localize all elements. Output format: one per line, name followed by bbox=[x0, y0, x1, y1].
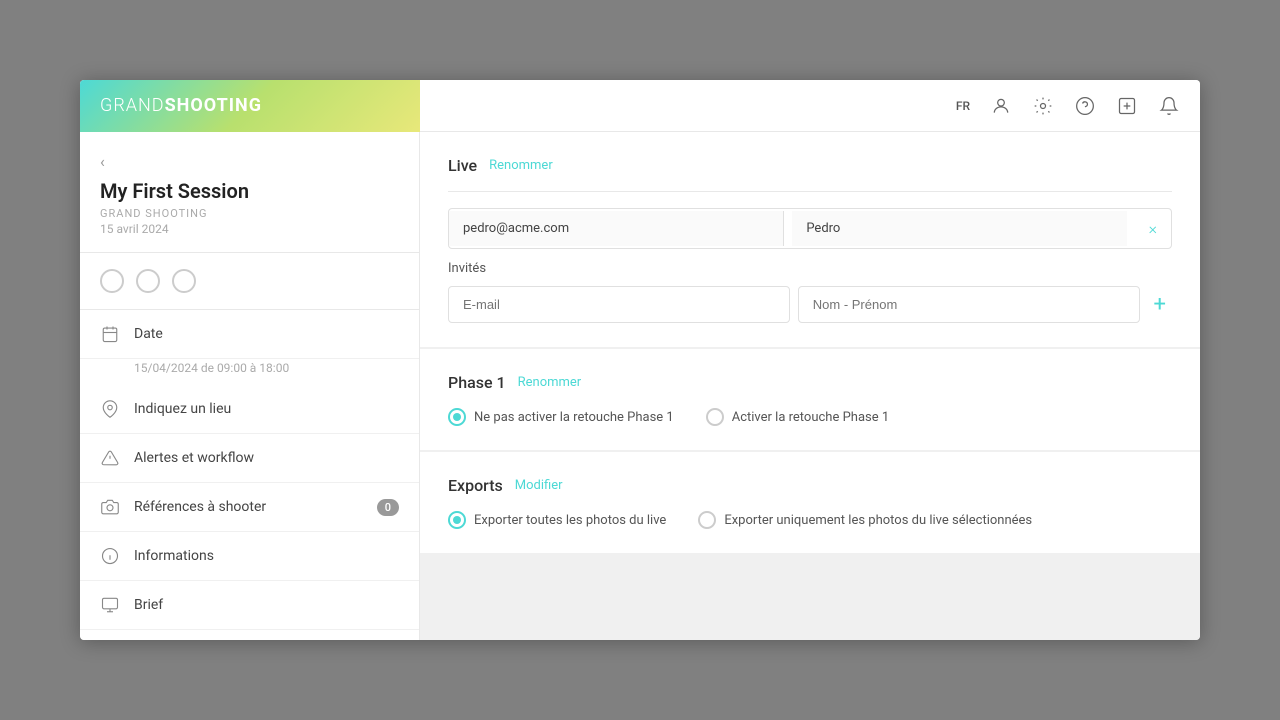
phase1-radio-1 bbox=[448, 408, 466, 426]
invite-inputs-row: + bbox=[448, 286, 1172, 323]
exports-title: Exports bbox=[448, 476, 503, 495]
header-actions: FR bbox=[956, 95, 1200, 117]
invite-email-display: pedro@acme.com bbox=[449, 211, 784, 246]
exports-radio-group: Exporter toutes les photos du live Expor… bbox=[448, 511, 1172, 529]
sidebar-item-informations[interactable]: Informations bbox=[80, 532, 419, 581]
sidebar-item-references[interactable]: Références à shooter 0 bbox=[80, 483, 419, 532]
progress-dots bbox=[80, 253, 419, 310]
exports-modify-action[interactable]: Modifier bbox=[515, 478, 563, 493]
sidebar-item-lieu[interactable]: Indiquez un lieu bbox=[80, 385, 419, 434]
add-icon[interactable] bbox=[1116, 95, 1138, 117]
alert-icon bbox=[100, 448, 120, 468]
sidebar-item-alertes[interactable]: Alertes et workflow bbox=[80, 434, 419, 483]
logo-part2: SHOOTING bbox=[165, 95, 262, 116]
dot-3 bbox=[172, 269, 196, 293]
live-rename-action[interactable]: Renommer bbox=[489, 158, 553, 173]
alertes-label: Alertes et workflow bbox=[134, 450, 399, 466]
content-area: Live Renommer pedro@acme.com Pedro × Inv… bbox=[420, 132, 1200, 640]
dot-2 bbox=[136, 269, 160, 293]
references-label: Références à shooter bbox=[134, 499, 363, 515]
session-header: ‹ My First Session GRAND SHOOTING 15 avr… bbox=[80, 132, 419, 253]
date-sub: 15/04/2024 de 09:00 à 18:00 bbox=[80, 359, 419, 385]
monitor-icon bbox=[100, 595, 120, 615]
info-icon bbox=[100, 546, 120, 566]
references-badge: 0 bbox=[377, 499, 399, 516]
remove-invite-button[interactable]: × bbox=[1135, 209, 1171, 248]
phase1-section: Phase 1 Renommer Ne pas activer la retou… bbox=[420, 349, 1200, 450]
exports-section-header: Exports Modifier bbox=[448, 476, 1172, 495]
sidebar: ‹ My First Session GRAND SHOOTING 15 avr… bbox=[80, 132, 420, 640]
name-input[interactable] bbox=[798, 286, 1140, 323]
phase1-rename-action[interactable]: Renommer bbox=[518, 375, 582, 390]
calendar-icon bbox=[100, 324, 120, 344]
phase1-radio-group: Ne pas activer la retouche Phase 1 Activ… bbox=[448, 408, 1172, 426]
phase1-option-1[interactable]: Ne pas activer la retouche Phase 1 bbox=[448, 408, 674, 426]
phase1-option-2-label: Activer la retouche Phase 1 bbox=[732, 410, 889, 425]
date-label: Date bbox=[134, 326, 399, 342]
exports-radio-2 bbox=[698, 511, 716, 529]
logo-part1: GRAND bbox=[100, 95, 165, 116]
informations-label: Informations bbox=[134, 548, 399, 564]
phase1-section-header: Phase 1 Renommer bbox=[448, 373, 1172, 392]
live-section: Live Renommer pedro@acme.com Pedro × Inv… bbox=[420, 132, 1200, 347]
session-date: 15 avril 2024 bbox=[100, 222, 399, 236]
live-section-header: Live Renommer bbox=[448, 156, 1172, 175]
user-icon[interactable] bbox=[990, 95, 1012, 117]
help-icon[interactable] bbox=[1074, 95, 1096, 117]
logo-text: GRANDSHOOTING bbox=[100, 95, 262, 116]
invite-name-display: Pedro bbox=[792, 211, 1126, 246]
back-button[interactable]: ‹ bbox=[100, 152, 105, 171]
language-selector[interactable]: FR bbox=[956, 99, 970, 113]
phase1-title: Phase 1 bbox=[448, 373, 506, 392]
exports-option-2-label: Exporter uniquement les photos du live s… bbox=[724, 513, 1032, 528]
sidebar-item-date[interactable]: Date bbox=[80, 310, 419, 359]
brief-label: Brief bbox=[134, 597, 399, 613]
phase1-option-2[interactable]: Activer la retouche Phase 1 bbox=[706, 408, 889, 426]
logo: GRANDSHOOTING bbox=[80, 80, 420, 132]
phase1-option-1-label: Ne pas activer la retouche Phase 1 bbox=[474, 410, 674, 425]
exports-option-2[interactable]: Exporter uniquement les photos du live s… bbox=[698, 511, 1032, 529]
live-divider bbox=[448, 191, 1172, 192]
session-brand: GRAND SHOOTING bbox=[100, 207, 399, 220]
exports-option-1[interactable]: Exporter toutes les photos du live bbox=[448, 511, 666, 529]
settings-icon[interactable] bbox=[1032, 95, 1054, 117]
existing-invite-row: pedro@acme.com Pedro × bbox=[448, 208, 1172, 249]
dot-1 bbox=[100, 269, 124, 293]
exports-section: Exports Modifier Exporter toutes les pho… bbox=[420, 452, 1200, 553]
add-invite-button[interactable]: + bbox=[1148, 294, 1172, 316]
phase1-radio-2 bbox=[706, 408, 724, 426]
exports-option-1-label: Exporter toutes les photos du live bbox=[474, 513, 666, 528]
exports-radio-1 bbox=[448, 511, 466, 529]
email-input[interactable] bbox=[448, 286, 790, 323]
map-pin-icon bbox=[100, 399, 120, 419]
sidebar-item-brief[interactable]: Brief bbox=[80, 581, 419, 630]
session-title: My First Session bbox=[100, 179, 399, 203]
notifications-icon[interactable] bbox=[1158, 95, 1180, 117]
lieu-label: Indiquez un lieu bbox=[134, 401, 399, 417]
live-title: Live bbox=[448, 156, 477, 175]
invites-label: Invités bbox=[448, 261, 1172, 276]
camera-icon bbox=[100, 497, 120, 517]
